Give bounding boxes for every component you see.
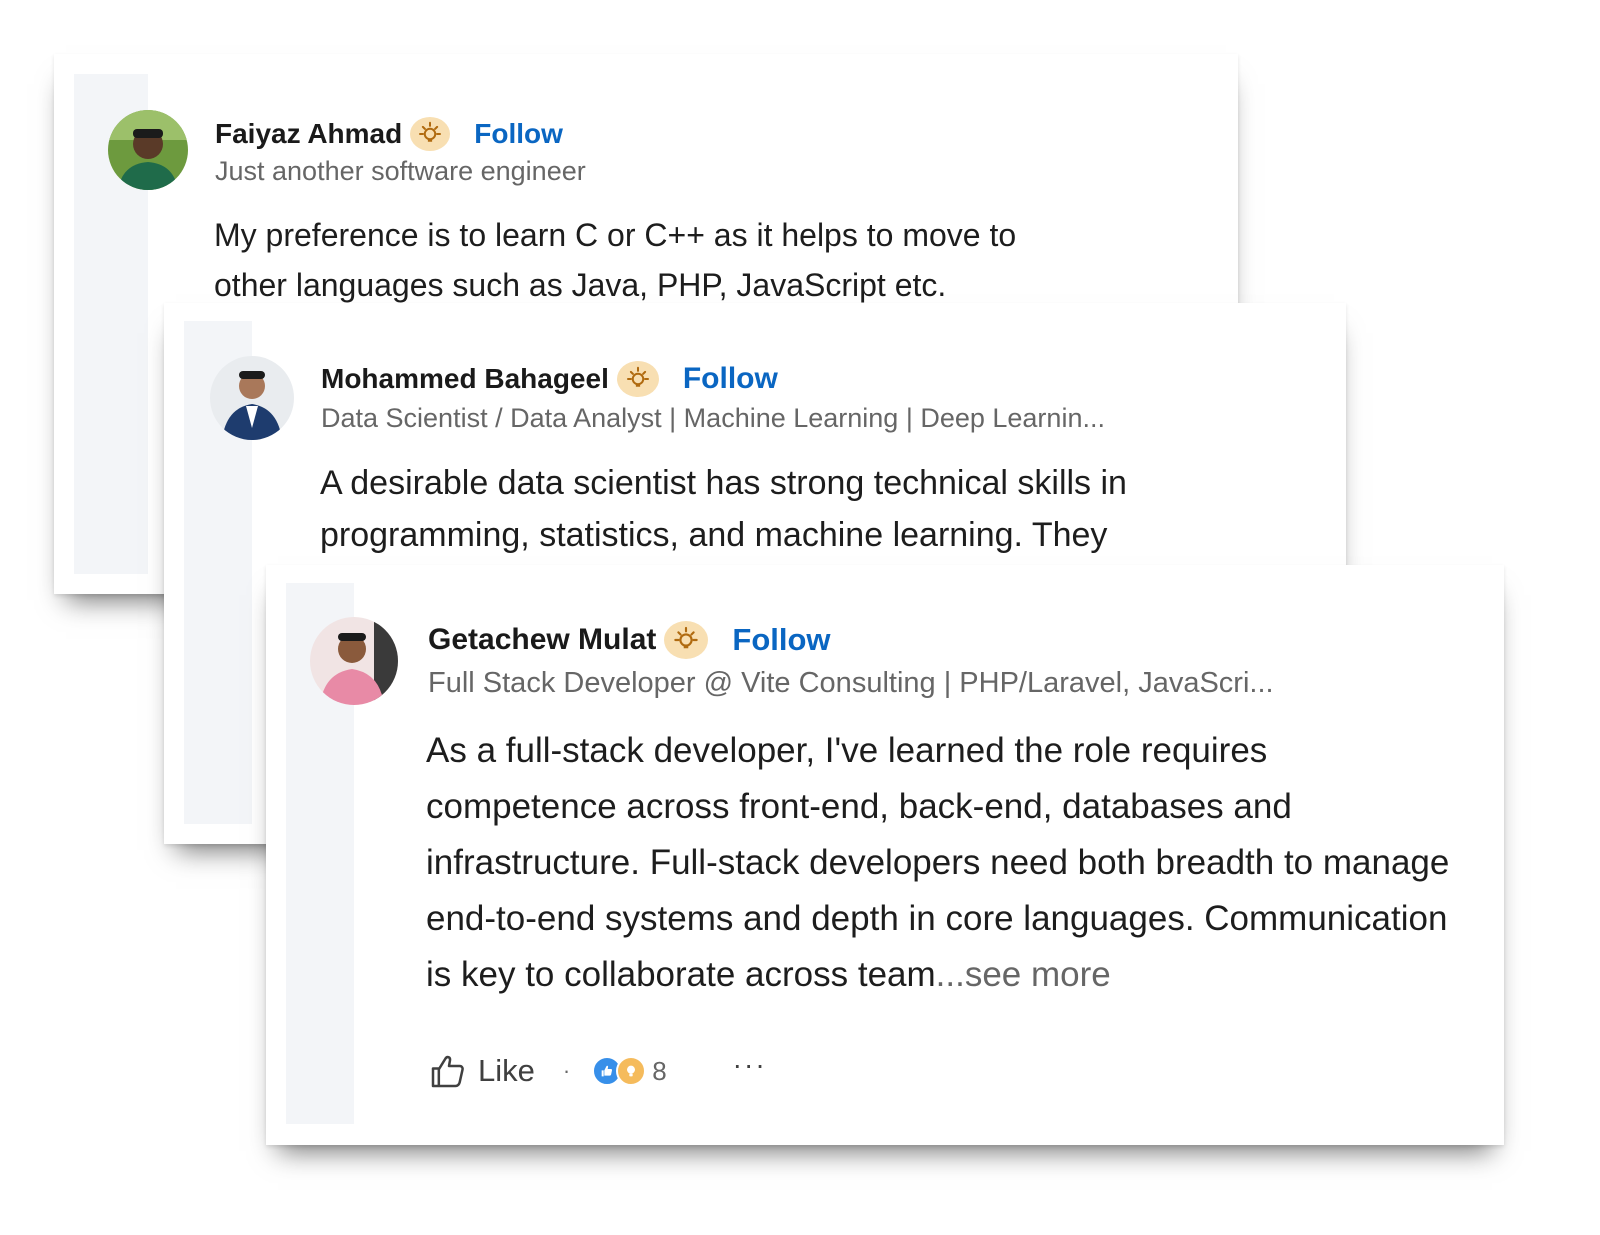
like-button[interactable]: Like: [428, 1051, 535, 1091]
reactions-summary[interactable]: 8: [592, 1055, 667, 1087]
author-headline: Just another software engineer: [215, 156, 586, 186]
more-options-button[interactable]: ···: [733, 1049, 767, 1081]
insightful-badge-icon: [664, 621, 709, 659]
reaction-count: 8: [652, 1055, 667, 1086]
thumbs-up-icon: [431, 1055, 464, 1088]
comment-card-getachew: Getachew Mulat Follow Full Stack Develop…: [266, 565, 1504, 1145]
avatar[interactable]: [108, 110, 188, 190]
author-headline: Full Stack Developer @ Vite Consulting |…: [428, 667, 1274, 699]
follow-button[interactable]: Follow: [683, 362, 778, 396]
author-name[interactable]: Faiyaz Ahmad: [215, 118, 402, 150]
follow-button[interactable]: Follow: [732, 622, 830, 658]
insightful-badge-icon: [616, 361, 659, 397]
comment-text: A desirable data scientist has strong te…: [320, 464, 1127, 554]
author-name[interactable]: Getachew Mulat: [428, 623, 656, 657]
avatar[interactable]: [210, 356, 294, 440]
author-name[interactable]: Mohammed Bahageel: [321, 363, 609, 395]
comment-text: My preference is to learn C or C++ as it…: [214, 217, 1017, 303]
comment-actions: Like · 8 ···: [428, 1047, 767, 1095]
separator-dot: ·: [562, 1058, 571, 1083]
avatar[interactable]: [310, 617, 398, 705]
insightful-badge-icon: [410, 117, 451, 151]
comment-text: As a full-stack developer, I've learned …: [426, 723, 1466, 1003]
insightful-reaction-icon: [616, 1056, 647, 1086]
author-headline: Data Scientist / Data Analyst | Machine …: [321, 403, 1105, 433]
see-more-link[interactable]: ...see more: [936, 955, 1111, 994]
like-label: Like: [478, 1053, 535, 1088]
follow-button[interactable]: Follow: [474, 118, 563, 150]
